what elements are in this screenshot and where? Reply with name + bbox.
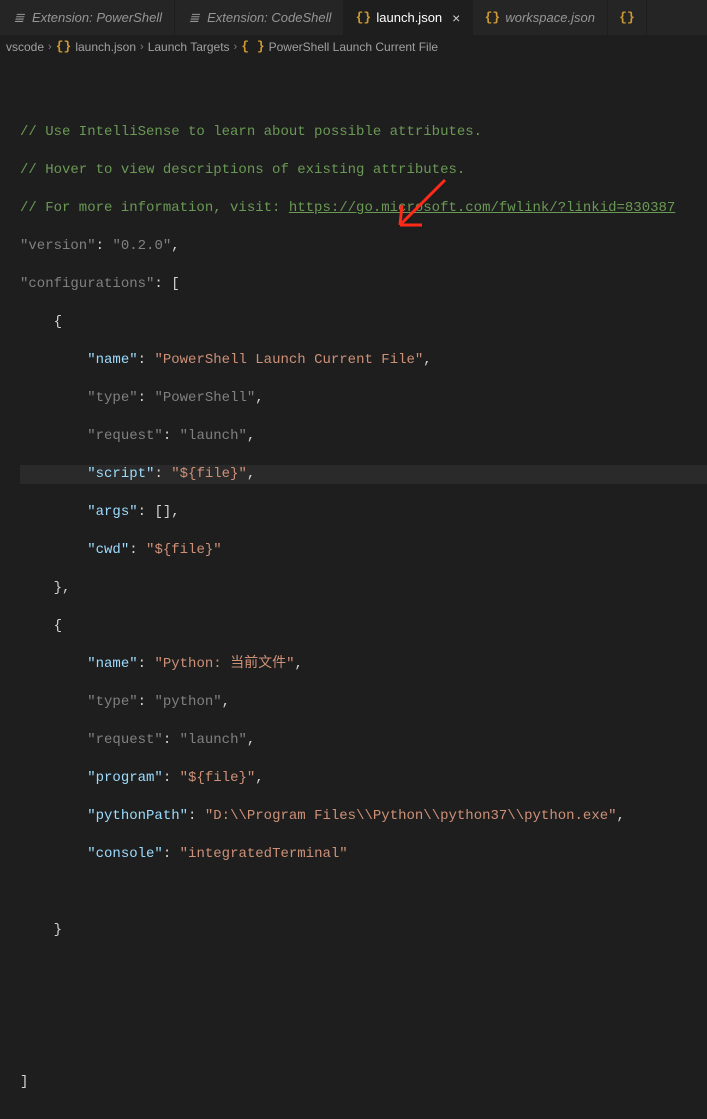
- breadcrumb-section[interactable]: Launch Targets: [148, 40, 230, 54]
- chevron-right-icon: ›: [140, 41, 144, 53]
- extension-icon: ≣: [187, 11, 201, 25]
- tab-overflow[interactable]: {}: [608, 0, 647, 35]
- breadcrumb-file[interactable]: {} launch.json: [56, 39, 136, 54]
- extension-icon: ≣: [12, 11, 26, 25]
- tab-label: Extension: CodeShell: [207, 10, 331, 25]
- tab-extension-powershell[interactable]: ≣ Extension: PowerShell: [0, 0, 175, 35]
- breadcrumb-root[interactable]: vscode: [6, 40, 44, 54]
- json-icon: {}: [485, 11, 499, 25]
- link[interactable]: https://go.microsoft.com/fwlink/?linkid=…: [289, 200, 675, 216]
- breadcrumb-item[interactable]: { } PowerShell Launch Current File: [241, 39, 438, 54]
- json-icon: {}: [356, 11, 370, 25]
- tab-extension-codeshell[interactable]: ≣ Extension: CodeShell: [175, 0, 344, 35]
- chevron-right-icon: ›: [234, 41, 238, 53]
- tab-workspace-json[interactable]: {} workspace.json: [473, 0, 608, 35]
- close-icon[interactable]: ×: [452, 10, 460, 26]
- comment: // Use IntelliSense to learn about possi…: [20, 124, 482, 140]
- comment: // For more information, visit:: [20, 200, 289, 216]
- breadcrumb: vscode › {} launch.json › Launch Targets…: [0, 35, 707, 58]
- tab-launch-json[interactable]: {} launch.json ×: [344, 0, 473, 35]
- tab-bar: ≣ Extension: PowerShell ≣ Extension: Cod…: [0, 0, 707, 35]
- json-icon: {}: [56, 39, 72, 54]
- comment: // Hover to view descriptions of existin…: [20, 162, 465, 178]
- code-editor[interactable]: // Use IntelliSense to learn about possi…: [0, 58, 707, 1119]
- chevron-right-icon: ›: [48, 41, 52, 53]
- tab-label: launch.json: [376, 10, 442, 25]
- tab-label: Extension: PowerShell: [32, 10, 162, 25]
- json-icon: { }: [241, 39, 264, 54]
- tab-label: workspace.json: [505, 10, 595, 25]
- json-icon: {}: [620, 11, 634, 25]
